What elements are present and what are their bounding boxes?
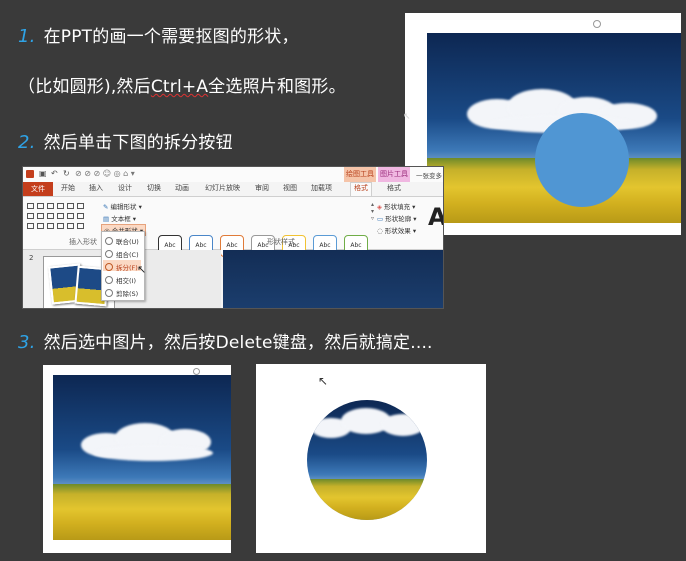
tab-design[interactable]: 设计 <box>118 183 132 193</box>
redo-icon[interactable]: ↻ <box>63 169 70 178</box>
undo-icon[interactable]: ↶ <box>51 169 58 178</box>
menu-item-union[interactable]: 联合(U) <box>116 236 139 246</box>
shape-fill-button[interactable]: ◈ 形状填充 ▾ <box>377 201 415 211</box>
step-1-text-post: 全选照片和图形。 <box>208 77 346 97</box>
step-3-line: 3. 然后选中图片，然后按Delete键盘，然后就搞定.... <box>18 328 433 353</box>
ppt-logo-icon <box>26 170 34 178</box>
gallery-scroll-icon[interactable]: ▴ ▾ ▿ <box>371 201 374 222</box>
slide-number: 2 <box>29 254 34 262</box>
step-3-text: 然后选中图片，然后按Delete键盘，然后就搞定.... <box>43 333 433 353</box>
circular-cutout-result[interactable] <box>307 400 427 520</box>
tab-addins[interactable]: 加载项 <box>311 183 332 193</box>
menu-item-subtract[interactable]: 剪除(S) <box>116 288 138 298</box>
tab-review[interactable]: 审阅 <box>255 183 269 193</box>
landscape-photo-selected[interactable] <box>53 375 231 540</box>
mouse-pointer-icon: ↖ <box>318 374 329 388</box>
tab-home[interactable]: 开始 <box>61 183 75 193</box>
step-1-number: 1. <box>18 26 36 47</box>
tab-slideshow[interactable]: 幻灯片放映 <box>205 183 240 193</box>
save-icon[interactable]: ▣ <box>39 169 47 178</box>
ribbon-tabs: 开始 插入 设计 切换 动画 幻灯片放映 审阅 视图 加载项 格式 格式 <box>23 182 443 197</box>
menu-item-intersect[interactable]: 相交(I) <box>116 275 136 285</box>
edit-shape-button[interactable]: ✎ 编辑形状 ▾ <box>103 201 142 211</box>
tab-transitions[interactable]: 切换 <box>147 183 161 193</box>
landscape-photo-with-circle[interactable] <box>427 33 681 223</box>
tab-format-drawing[interactable]: 格式 <box>350 182 372 196</box>
tab-insert[interactable]: 插入 <box>89 183 103 193</box>
rotate-handle-icon[interactable] <box>593 20 601 28</box>
ribbon-panel: ✎ 编辑形状 ▾ ▤ 文本框 ▾ ◎ 合并形状 ▾ Abc Abc Abc Ab… <box>23 197 443 257</box>
slide-canvas[interactable] <box>223 250 443 308</box>
circle-shape[interactable] <box>535 113 629 207</box>
step-2-line: 2. 然后单击下图的拆分按钮 <box>18 128 233 153</box>
document-title: 一张变多 <box>416 172 442 180</box>
tab-view[interactable]: 视图 <box>283 183 297 193</box>
menu-item-fragment[interactable]: 拆分(F) <box>116 262 138 272</box>
step-2-text: 然后单击下图的拆分按钮 <box>43 133 233 153</box>
tab-file[interactable]: 文件 <box>23 182 53 196</box>
step-1-line-1: 1. 在PPT的画一个需要抠图的形状， <box>18 22 299 47</box>
group-label-shape-styles: 形状样式 <box>267 238 295 246</box>
mouse-pointer-icon: ↖ <box>137 263 147 276</box>
tab-format-picture[interactable]: 格式 <box>387 183 401 193</box>
menu-item-combine[interactable]: 组合(C) <box>116 249 139 259</box>
cursor-icon: ↖ <box>403 112 411 122</box>
rotate-handle-icon[interactable] <box>193 368 200 375</box>
ppt-ribbon-screenshot: ▣ ↶ ↻ ⊘ ⊘ ⊘ ☺ ◎ ⌂ ▾ 绘图工具 图片工具 一张变多 开始 插入… <box>22 166 444 309</box>
step-1-text: 在PPT的画一个需要抠图的形状， <box>43 27 299 47</box>
context-tab-drawing-tools: 绘图工具 <box>344 167 376 182</box>
tab-animations[interactable]: 动画 <box>175 183 189 193</box>
step-1-shortcut: Ctrl+A <box>150 77 209 97</box>
group-label-insert-shapes: 插入形状 <box>69 238 97 246</box>
qat-tools-icon[interactable]: ⊘ ⊘ ⊘ ☺ ◎ ⌂ ▾ <box>75 169 135 178</box>
step-3-number: 3. <box>18 332 36 353</box>
shape-effects-button[interactable]: ◌ 形状效果 ▾ <box>377 225 416 235</box>
step-1-text-pre: （比如圆形),然后 <box>18 77 151 97</box>
step-2-number: 2. <box>18 132 36 153</box>
wordart-a-icon[interactable]: A <box>428 203 443 231</box>
context-tab-picture-tools: 图片工具 <box>378 167 410 182</box>
text-box-button[interactable]: ▤ 文本框 ▾ <box>103 213 136 223</box>
shape-outline-button[interactable]: ▭ 形状轮廓 ▾ <box>377 213 417 223</box>
step-1-line-2: （比如圆形),然后Ctrl+A全选照片和图形。 <box>18 72 346 97</box>
